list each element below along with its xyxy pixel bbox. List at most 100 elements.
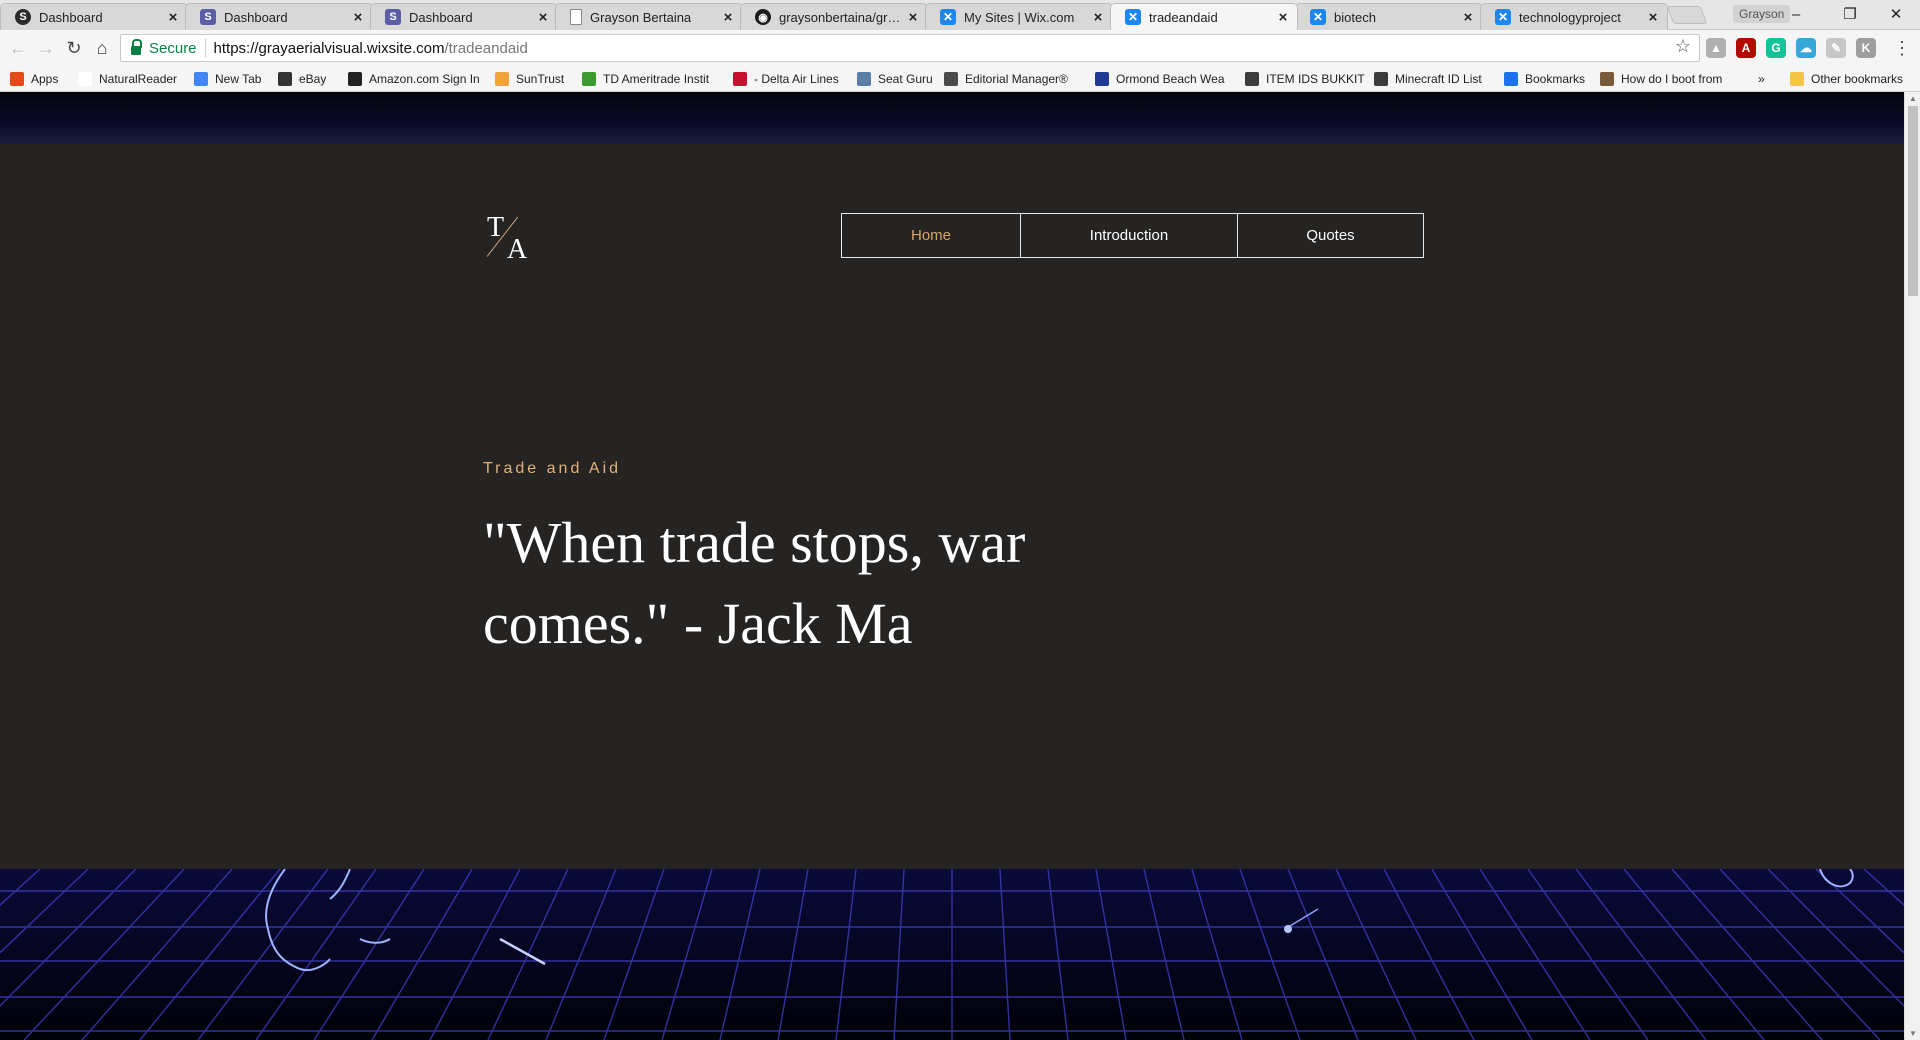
tab-strip: S Dashboard × S Dashboard × S Dashboard … [0,0,1920,30]
forward-button[interactable]: → [34,36,58,60]
wix-icon: ✕ [940,9,956,25]
bookmark-label: Amazon.com Sign In [369,72,480,86]
close-icon[interactable]: × [350,9,366,26]
close-icon[interactable]: × [535,9,551,26]
nav-introduction[interactable]: Introduction [1020,214,1237,257]
tab-tradeandaid[interactable]: ✕ tradeandaid × [1110,3,1298,30]
tab-dashboard-1[interactable]: S Dashboard × [0,3,188,30]
bookmark-label: TD Ameritrade Instit [603,72,710,86]
tab-biotech[interactable]: ✕ biotech × [1295,3,1483,30]
bookmarks-overflow-button[interactable]: » [1758,70,1765,88]
bookmark-item[interactable]: ITEM IDS BUKKIT [1245,70,1367,88]
bookmark-item[interactable]: TD Ameritrade Instit [582,70,725,88]
bookmark-item[interactable]: Amazon.com Sign In [348,70,488,88]
tab-my-sites[interactable]: ✕ My Sites | Wix.com × [925,3,1113,30]
wix-icon: ✕ [1125,9,1141,25]
nav-quotes[interactable]: Quotes [1237,214,1423,257]
other-bookmarks-label: Other bookmarks [1811,72,1904,86]
close-icon[interactable]: × [1645,9,1661,26]
bookmark-item[interactable]: Bookmarks [1504,70,1592,88]
url-host: https://grayaerialvisual.wixsite.com [213,39,445,57]
grammarly-icon[interactable]: G [1766,38,1786,58]
logo-letter-a: A [507,234,528,265]
tab-technologyproject[interactable]: ✕ technologyproject × [1480,3,1668,30]
scroll-up-icon[interactable]: ▲ [1909,94,1917,103]
section-eyebrow: Trade and Aid [483,460,622,477]
ebay-icon [278,72,292,86]
menu-icon[interactable]: ⋮ [1892,36,1912,60]
bookmark-item[interactable]: Minecraft ID List [1374,70,1496,88]
wix-icon: ✕ [1310,9,1326,25]
back-button[interactable]: ← [6,36,30,60]
header-strip-image [0,92,1904,144]
close-icon[interactable]: × [720,9,736,26]
window-close-button[interactable]: ✕ [1876,3,1916,27]
bookmark-item[interactable]: NaturalReader [78,70,184,88]
new-tab-button[interactable] [1666,6,1708,24]
bookmark-item[interactable]: Seat Guru [857,70,937,88]
web-page: T A Home Introduction Quotes Trade and A… [0,92,1904,1040]
bookmark-label: Editorial Manager® [965,72,1068,86]
bookmark-item[interactable]: eBay [278,70,340,88]
github-icon: ◉ [755,9,771,25]
s-logo-icon: S [385,9,401,25]
drive-icon[interactable]: ▲ [1706,38,1726,58]
bookmark-label: - Delta Air Lines [754,72,839,86]
secure-label: Secure [149,39,197,57]
bookmark-item[interactable]: New Tab [194,70,270,88]
google-icon [194,72,208,86]
bookmark-item[interactable]: SunTrust [495,70,575,88]
tab-title: Grayson Bertaina [590,9,692,25]
nav-home[interactable]: Home [842,214,1020,257]
bookmark-item[interactable]: Ormond Beach Wea [1095,70,1235,88]
star-icon [1504,72,1518,86]
close-icon[interactable]: × [905,9,921,26]
amazon-icon [348,72,362,86]
hero-quote: "When trade stops, war comes." - Jack Ma [483,510,1026,656]
bookmark-label: NaturalReader [99,72,178,86]
tab-dashboard-3[interactable]: S Dashboard × [370,3,558,30]
tab-grayson-bertaina[interactable]: Grayson Bertaina × [555,3,743,30]
avatar-icon [1600,72,1614,86]
reload-button[interactable]: ↻ [62,36,86,60]
page-scrollbar[interactable]: ▲ ▼ [1904,92,1920,1040]
other-bookmarks[interactable]: Other bookmarks [1790,70,1903,88]
bookmark-label: Bookmarks [1525,72,1586,86]
seatguru-icon [857,72,871,86]
bookmark-label: How do I boot from [1621,72,1723,86]
pdf-icon[interactable]: A [1736,38,1756,58]
bookmark-item[interactable]: Apps [10,70,70,88]
site-logo[interactable]: T A [486,212,535,265]
cloud-icon[interactable]: ☁ [1796,38,1816,58]
tab-title: technologyproject [1519,9,1621,25]
scroll-down-icon[interactable]: ▼ [1909,1029,1917,1038]
minimize-button[interactable]: – [1776,3,1816,27]
suntrust-icon [495,72,509,86]
tab-title: My Sites | Wix.com [964,9,1075,25]
tab-title: graysonbertaina/grayso [779,9,905,25]
close-icon[interactable]: × [1275,9,1291,26]
address-bar[interactable]: Secure https://grayaerialvisual.wixsite.… [120,34,1700,62]
close-icon[interactable]: × [1460,9,1476,26]
wix-icon: ✕ [1495,9,1511,25]
scroll-thumb[interactable] [1908,106,1918,296]
home-button[interactable]: ⌂ [90,36,114,60]
url-path: /tradeandaid [444,39,528,57]
globe-grid-image [0,869,1904,1040]
folder-icon [1790,72,1804,86]
bookmark-item[interactable]: - Delta Air Lines [733,70,849,88]
bookmark-label: SunTrust [516,72,565,86]
restore-button[interactable]: ❐ [1830,3,1870,27]
bookmark-item[interactable]: How do I boot from [1600,70,1738,88]
k-extension-icon[interactable]: K [1856,38,1876,58]
tab-title: biotech [1334,9,1376,25]
bookmark-item[interactable]: Editorial Manager® [944,70,1086,88]
extension-icon[interactable]: ✎ [1826,38,1846,58]
close-icon[interactable]: × [1090,9,1106,26]
tab-dashboard-2[interactable]: S Dashboard × [185,3,373,30]
tab-github[interactable]: ◉ graysonbertaina/grayso × [740,3,928,30]
close-icon[interactable]: × [165,9,181,26]
bookmark-label: Apps [31,72,59,86]
minecraft-block-icon [1374,72,1388,86]
bookmark-star-icon[interactable]: ☆ [1675,36,1691,57]
